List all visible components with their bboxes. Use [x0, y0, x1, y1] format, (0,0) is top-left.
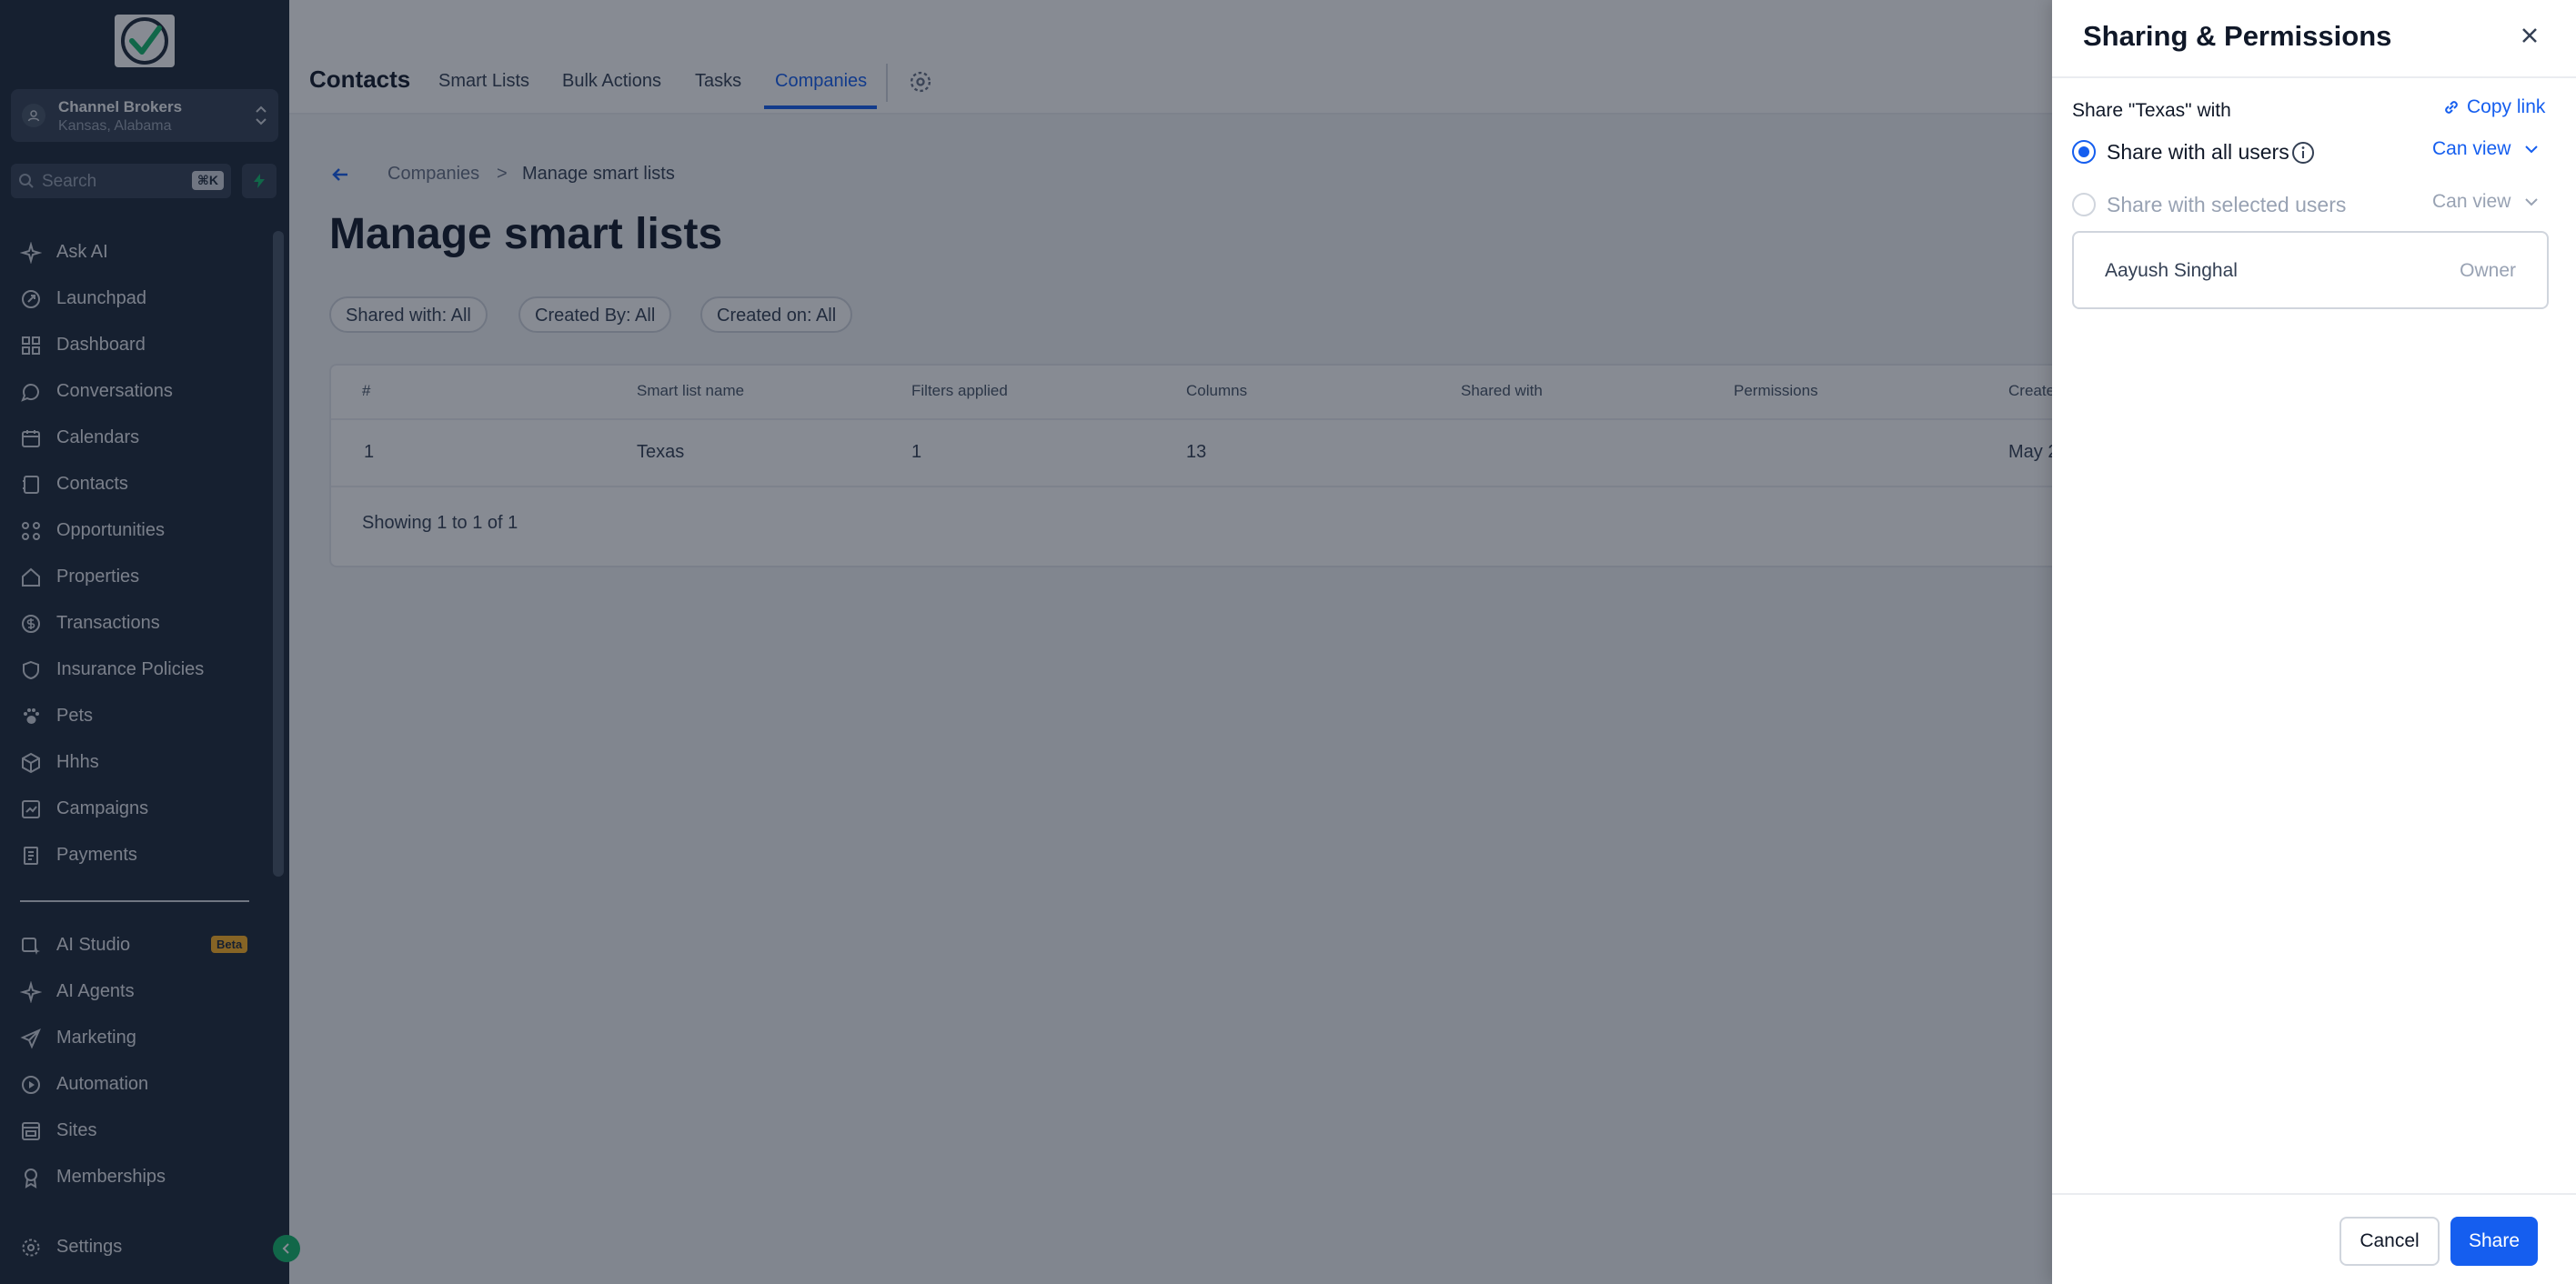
share-label: Share "Texas" with: [2072, 100, 2231, 121]
sharing-permissions-drawer: Sharing & Permissions Share "Texas" with…: [2052, 0, 2576, 1284]
cancel-button[interactable]: Cancel: [2340, 1217, 2440, 1266]
chevron-down-icon: [2525, 198, 2539, 206]
close-icon[interactable]: [2516, 22, 2543, 49]
radio-share-selected-users[interactable]: [2072, 193, 2096, 216]
permission-select-all-users[interactable]: Can view: [2432, 138, 2540, 160]
permission-select-selected-users[interactable]: Can view: [2432, 191, 2540, 213]
drawer-footer-divider: [2052, 1193, 2576, 1195]
permission-value: Can view: [2432, 138, 2511, 159]
share-button[interactable]: Share: [2450, 1217, 2538, 1266]
permission-value: Can view: [2432, 191, 2511, 212]
option-share-all-users[interactable]: Share with all users: [2107, 140, 2289, 165]
copy-link-label: Copy link: [2467, 96, 2546, 117]
drawer-title: Sharing & Permissions: [2083, 20, 2392, 52]
user-role: Owner: [2460, 260, 2516, 281]
user-list-item: Aayush Singhal Owner: [2072, 231, 2549, 309]
user-name: Aayush Singhal: [2105, 260, 2238, 281]
drawer-header-divider: [2052, 76, 2576, 78]
copy-link-button[interactable]: Copy link: [2441, 96, 2545, 118]
option-share-selected-users[interactable]: Share with selected users: [2107, 193, 2346, 217]
radio-share-all-users[interactable]: [2072, 140, 2096, 164]
chevron-down-icon: [2525, 145, 2539, 154]
info-icon[interactable]: [2290, 140, 2316, 166]
link-icon: [2445, 101, 2458, 114]
